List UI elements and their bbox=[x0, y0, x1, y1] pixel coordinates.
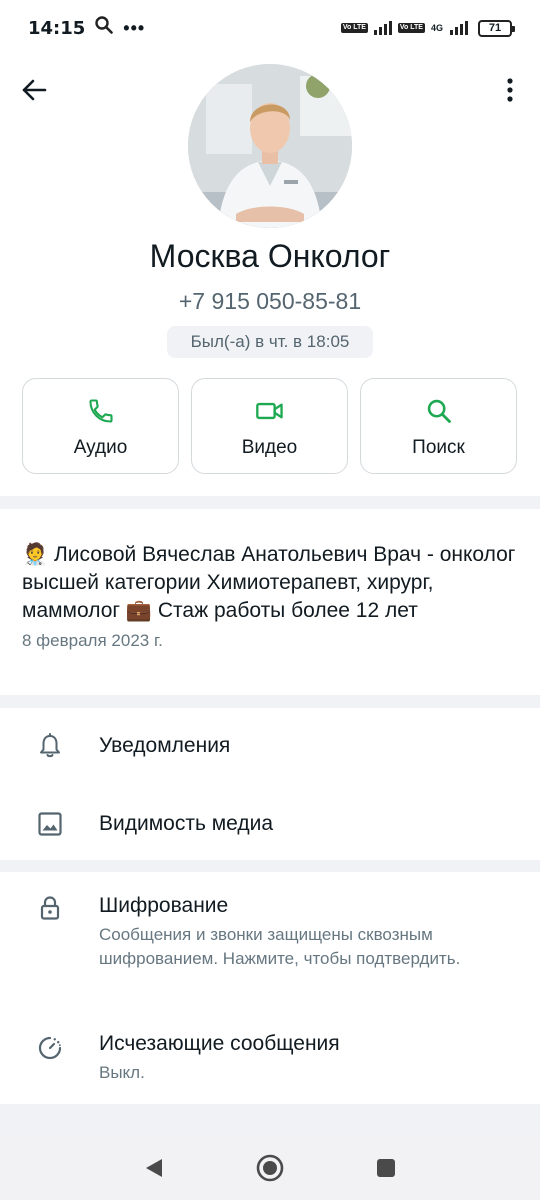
avatar[interactable] bbox=[188, 64, 352, 228]
battery-icon: 71 bbox=[478, 19, 515, 37]
back-triangle-icon[interactable] bbox=[140, 1154, 168, 1182]
home-circle-icon[interactable] bbox=[256, 1154, 284, 1182]
more-dots-icon: ••• bbox=[123, 17, 146, 38]
disappearing-messages-status: Выкл. bbox=[99, 1063, 145, 1082]
signal-icon bbox=[450, 21, 468, 35]
notifications-item[interactable]: Уведомления bbox=[0, 708, 540, 786]
volte-icon: Vo LTE bbox=[397, 23, 425, 33]
phone-icon bbox=[88, 399, 113, 423]
search-icon bbox=[427, 399, 451, 423]
system-navigation-bar bbox=[0, 1134, 540, 1200]
about-date: 8 февраля 2023 г. bbox=[22, 631, 163, 650]
video-icon bbox=[255, 402, 283, 420]
last-seen-badge: Был(-а) в чт. в 18:05 bbox=[167, 326, 373, 358]
more-vertical-icon bbox=[507, 78, 513, 102]
encryption-title: Шифрование bbox=[99, 894, 229, 917]
encryption-subtitle: Сообщения и звонки защищены сквозным шиф… bbox=[99, 925, 461, 968]
search-icon bbox=[95, 16, 114, 40]
network-type: 4G bbox=[430, 22, 443, 33]
disappearing-messages-title: Исчезающие сообщения bbox=[99, 1032, 340, 1055]
notifications-title: Уведомления bbox=[99, 734, 231, 757]
video-label: Видео bbox=[241, 437, 298, 458]
contact-phone: +7 915 050-85-81 bbox=[178, 288, 362, 314]
bell-icon bbox=[36, 732, 64, 760]
contact-info-screen: 14:15 ••• Vo LTE Vo LTE 4G 71 Москва Онк… bbox=[0, 0, 540, 1200]
quick-actions: Аудио Видео Поиск bbox=[22, 378, 517, 474]
disappearing-messages-item[interactable]: Исчезающие сообщения Выкл. bbox=[0, 1010, 540, 1104]
volte-icon: Vo LTE bbox=[340, 23, 368, 33]
recents-square-icon[interactable] bbox=[372, 1154, 400, 1182]
search-in-chat-button[interactable]: Поиск bbox=[360, 378, 517, 474]
contact-name: Москва Онколог bbox=[149, 238, 391, 274]
about-section[interactable]: 🧑‍⚕️ Лисовой Вячеслав Анатольевич Врач -… bbox=[0, 509, 540, 695]
status-indicators: Vo LTE Vo LTE 4G 71 bbox=[340, 19, 515, 37]
about-text: 🧑‍⚕️ Лисовой Вячеслав Анатольевич Врач -… bbox=[22, 543, 516, 622]
chat-settings-card: Уведомления Видимость медиа bbox=[0, 708, 540, 860]
contact-header: Москва Онколог +7 915 050-85-81 Был(-а) … bbox=[0, 56, 540, 496]
media-visibility-item[interactable]: Видимость медиа bbox=[0, 786, 540, 860]
back-button[interactable] bbox=[18, 74, 50, 106]
back-arrow-icon bbox=[22, 79, 47, 101]
encryption-item[interactable]: Шифрование Сообщения и звонки защищены с… bbox=[0, 872, 540, 1010]
timer-icon bbox=[36, 1034, 64, 1062]
video-call-button[interactable]: Видео bbox=[191, 378, 348, 474]
signal-icon bbox=[373, 21, 392, 35]
audio-call-button[interactable]: Аудио bbox=[22, 378, 179, 474]
search-label: Поиск bbox=[412, 437, 465, 458]
audio-label: Аудио bbox=[73, 437, 128, 458]
privacy-settings-card: Шифрование Сообщения и звонки защищены с… bbox=[0, 872, 540, 1104]
more-options-button[interactable] bbox=[498, 70, 522, 110]
media-visibility-title: Видимость медиа bbox=[99, 812, 274, 835]
lock-icon bbox=[36, 894, 64, 922]
status-bar: 14:15 ••• Vo LTE Vo LTE 4G 71 bbox=[0, 0, 540, 56]
status-time: 14:15 bbox=[28, 17, 86, 39]
image-icon bbox=[36, 810, 64, 838]
